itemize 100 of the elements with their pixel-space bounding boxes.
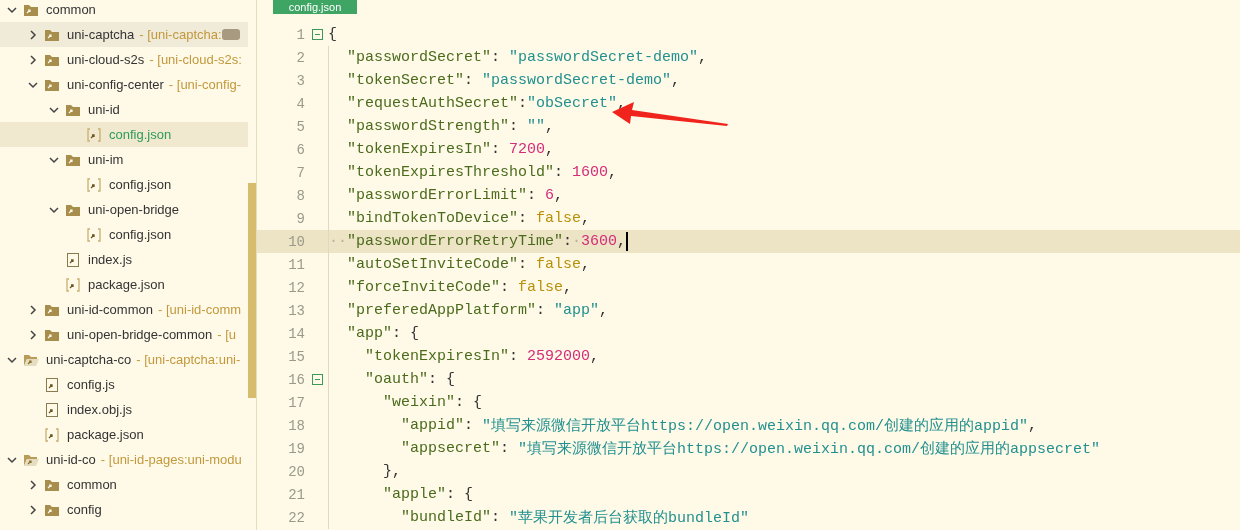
code-line: "passwordSecret": "passwordSecret-demo", bbox=[346, 49, 708, 66]
item-name: config.json bbox=[109, 177, 172, 192]
chevron-right-icon[interactable] bbox=[27, 28, 39, 41]
line-number: 16 bbox=[288, 371, 305, 388]
item-name: package.json bbox=[67, 427, 144, 442]
item-name: uni-open-bridge-common bbox=[67, 327, 213, 342]
item-name: common bbox=[46, 2, 96, 17]
tree-item[interactable]: index.js bbox=[0, 247, 248, 272]
item-name: uni-cloud-s2s bbox=[67, 52, 145, 67]
item-name: uni-captcha-co bbox=[46, 352, 132, 367]
tree-item[interactable]: common bbox=[0, 472, 248, 497]
code-line: "forceInviteCode": false, bbox=[346, 279, 573, 296]
code-line: "passwordStrength": "", bbox=[346, 118, 555, 135]
line-number: 3 bbox=[296, 72, 305, 89]
item-name: uni-id-co bbox=[46, 452, 96, 467]
item-name: uni-id bbox=[88, 102, 120, 117]
folder-icon bbox=[44, 477, 60, 492]
tree-item[interactable]: uni-id-co - [uni-id-pages:uni-modu bbox=[0, 447, 248, 472]
collapse-icon[interactable] bbox=[311, 29, 323, 40]
code-line: "passwordErrorLimit": 6, bbox=[346, 187, 564, 204]
folder-icon bbox=[44, 327, 60, 342]
folder-icon bbox=[44, 77, 60, 92]
tree-item[interactable]: uni-id bbox=[0, 97, 248, 122]
file-icon bbox=[86, 227, 102, 242]
line-number: 18 bbox=[288, 417, 305, 434]
chevron-right-icon[interactable] bbox=[27, 478, 39, 491]
tree-item[interactable]: uni-config-center - [uni-config- bbox=[0, 72, 248, 97]
tree-item[interactable]: uni-im bbox=[0, 147, 248, 172]
tree-item[interactable]: uni-cloud-s2s - [uni-cloud-s2s: bbox=[0, 47, 248, 72]
line-number: 11 bbox=[288, 256, 305, 273]
folder-icon bbox=[65, 202, 81, 217]
chevron-right-icon[interactable] bbox=[27, 303, 39, 316]
item-name: index.obj.js bbox=[67, 402, 133, 417]
file-icon bbox=[44, 402, 60, 417]
item-detail: - [uni-captcha:uni- bbox=[136, 352, 241, 367]
file-icon bbox=[44, 377, 60, 392]
line-number: 2 bbox=[296, 49, 305, 66]
item-detail: - [uni-id-comm bbox=[158, 302, 242, 317]
tree-item[interactable]: uni-open-bridge-common - [u bbox=[0, 322, 248, 347]
open-folder-icon bbox=[23, 452, 39, 467]
line-number: 19 bbox=[288, 440, 305, 457]
line-number: 17 bbox=[288, 394, 305, 411]
folder-icon bbox=[44, 502, 60, 517]
item-name: common bbox=[67, 477, 117, 492]
line-number: 14 bbox=[288, 325, 305, 342]
code-line: ··"passwordErrorRetryTime":·3600, bbox=[329, 232, 629, 251]
line-number: 21 bbox=[288, 486, 305, 503]
file-icon bbox=[65, 252, 81, 267]
tree-item[interactable]: config.json bbox=[0, 172, 248, 197]
line-number: 6 bbox=[296, 141, 305, 158]
line-number: 12 bbox=[288, 279, 305, 296]
tree-item[interactable]: package.json bbox=[0, 422, 248, 447]
tree-item[interactable]: config bbox=[0, 497, 248, 522]
tree-item[interactable]: config.json bbox=[0, 222, 248, 247]
code-line: "apple": { bbox=[382, 486, 474, 503]
tree-item[interactable]: uni-captcha - [uni-captcha: bbox=[0, 22, 248, 47]
line-number: 4 bbox=[296, 95, 305, 112]
file-icon bbox=[86, 177, 102, 192]
code-line: "tokenExpiresIn": 7200, bbox=[346, 141, 555, 158]
item-name: config.json bbox=[109, 127, 172, 142]
line-number: 22 bbox=[288, 509, 305, 526]
item-name: uni-config-center bbox=[67, 77, 164, 92]
item-detail: - [u bbox=[217, 327, 237, 342]
tree-item[interactable]: uni-id-common - [uni-id-comm bbox=[0, 297, 248, 322]
open-folder-icon bbox=[23, 352, 39, 367]
code-line: "oauth": { bbox=[364, 371, 456, 388]
file-icon bbox=[86, 127, 102, 142]
tree-item[interactable]: package.json bbox=[0, 272, 248, 297]
code-line: "bindTokenToDevice": false, bbox=[346, 210, 591, 227]
tree-item[interactable]: uni-captcha-co - [uni-captcha:uni- bbox=[0, 347, 248, 372]
code-line: "appsecret": "填写来源微信开放平台https://open.weixin.qq.com/创建的应用的appsecret" bbox=[400, 439, 1101, 458]
folder-icon bbox=[65, 102, 81, 117]
chevron-right-icon[interactable] bbox=[27, 53, 39, 66]
item-name: package.json bbox=[88, 277, 165, 292]
code-line: "weixin": { bbox=[382, 394, 483, 411]
item-name: config.js bbox=[67, 377, 115, 392]
collapse-icon[interactable] bbox=[311, 374, 323, 385]
folder-icon bbox=[44, 52, 60, 67]
code-line: "preferedAppPlatform": "app", bbox=[346, 302, 609, 319]
chevron-right-icon[interactable] bbox=[27, 328, 39, 341]
item-name: uni-id-common bbox=[67, 302, 153, 317]
tree-item[interactable]: common bbox=[0, 0, 248, 22]
folder-icon bbox=[44, 27, 60, 42]
tree-item[interactable]: config.js bbox=[0, 372, 248, 397]
code-line: "tokenSecret": "passwordSecret-demo", bbox=[346, 72, 681, 89]
line-number: 20 bbox=[288, 463, 305, 480]
item-detail: - [uni-cloud-s2s: bbox=[149, 52, 242, 67]
code-line: { bbox=[328, 26, 337, 43]
item-detail: - [uni-captcha: bbox=[139, 27, 222, 42]
scrollbar[interactable] bbox=[248, 183, 256, 398]
item-detail: - [uni-config- bbox=[168, 77, 242, 92]
code-line: "tokenExpiresIn": 2592000, bbox=[364, 348, 600, 365]
chevron-right-icon[interactable] bbox=[27, 503, 39, 516]
line-number: 9 bbox=[296, 210, 305, 227]
tree-item[interactable]: uni-open-bridge bbox=[0, 197, 248, 222]
line-number: 10 bbox=[288, 233, 305, 250]
folder-icon bbox=[65, 152, 81, 167]
tree-item[interactable]: index.obj.js bbox=[0, 397, 248, 422]
item-name: uni-open-bridge bbox=[88, 202, 180, 217]
code-line: "app": { bbox=[346, 325, 420, 342]
